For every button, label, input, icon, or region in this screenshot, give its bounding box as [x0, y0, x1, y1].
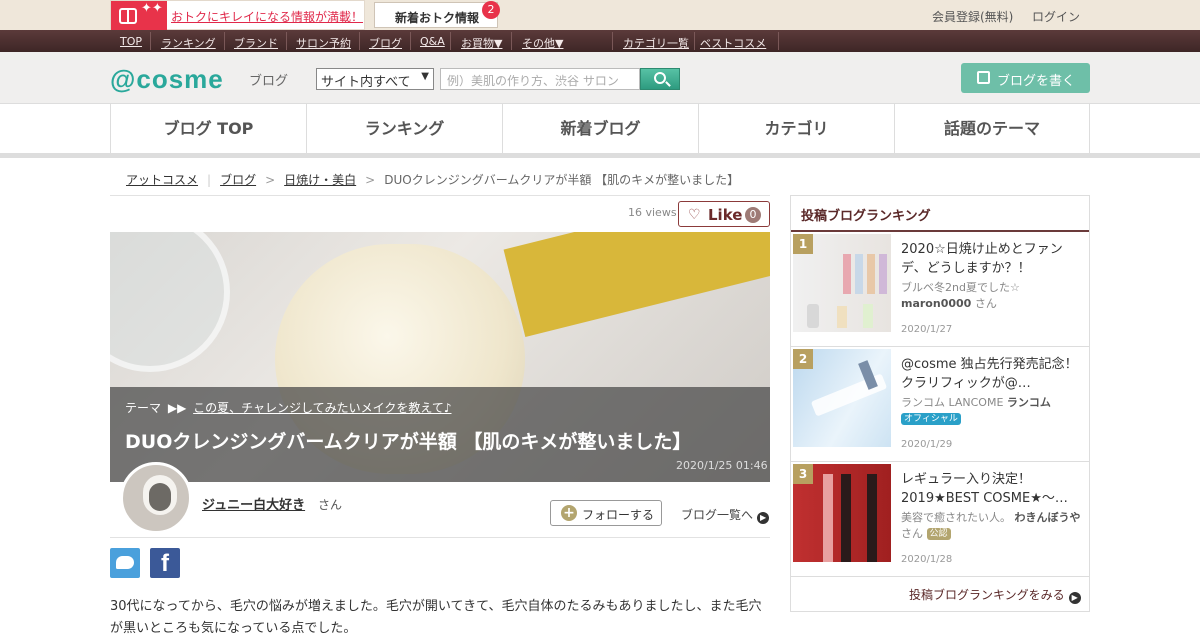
breadcrumb: アットコスメ | ブログ > 日焼け・美白 > DUOクレンジングバームクリアが半額 【肌の… — [126, 173, 740, 187]
breadcrumb-category[interactable]: 日焼け・美白 — [284, 173, 356, 187]
write-blog-button[interactable]: ブログを書く — [961, 63, 1090, 93]
author-suffix: さん — [318, 498, 343, 512]
sidebar-heading: 投稿ブログランキング — [791, 196, 1089, 232]
heart-icon: ♡ — [688, 207, 701, 223]
ranking-author: ランコム LANCOME ランコム オフィシャル — [901, 396, 1051, 425]
ranking-author: 美容で癒されたい人。 わきんぼうや さん 公認 — [901, 511, 1081, 540]
new-deals-button[interactable]: 新着おトク情報 2 — [374, 1, 500, 28]
like-label: Like — [708, 206, 743, 224]
ranking-date: 2020/1/28 — [901, 554, 953, 565]
like-button[interactable]: ♡ Like 0 — [678, 201, 770, 227]
author-avatar[interactable] — [120, 462, 192, 534]
login-link[interactable]: ログイン — [1032, 8, 1080, 25]
theme-label: テーマ — [125, 401, 162, 415]
post-body: 30代になってから、毛穴の悩みが増えました。毛穴が開いてきて、毛穴自体のたるみも… — [110, 599, 762, 636]
nav-category-list[interactable]: カテゴリ一覧 — [623, 35, 689, 51]
ranking-date: 2020/1/29 — [901, 439, 953, 450]
promo-text[interactable]: おトクにキレイになる情報が満載！ — [171, 8, 363, 25]
blog-list-link[interactable]: ブログ一覧へ ▶ — [681, 506, 770, 524]
search-scope-select[interactable]: サイト内すべて ▼ — [316, 68, 434, 90]
site-nav: TOP ランキング ブランド サロン予約 ブログ Q&A お買物▼ その他▼ カ… — [0, 30, 1200, 52]
ranking-item[interactable]: 3 レギュラー入り決定！2019★BEST COSME★～… 美容で癒されたい人… — [791, 462, 1089, 577]
facebook-icon: f — [161, 550, 169, 577]
arrow-right-icon: ▶ — [1068, 592, 1081, 604]
twitter-share-button[interactable] — [110, 548, 140, 578]
write-blog-label: ブログを書く — [997, 74, 1076, 89]
arrow-right-icon: ▶ — [757, 512, 770, 524]
tab-category[interactable]: カテゴリ — [698, 104, 894, 153]
cosme-logo[interactable]: @cosme — [110, 64, 224, 95]
follow-label: フォローする — [582, 508, 655, 522]
nav-top[interactable]: TOP — [120, 35, 142, 48]
blog-ranking-sidebar: 投稿ブログランキング 1 2020☆日焼け止めとファンデ、どうしますか？！ ブル… — [790, 195, 1090, 612]
tab-hot-themes[interactable]: 話題のテーマ — [894, 104, 1090, 153]
author-name[interactable]: ジュニー白大好き — [202, 494, 305, 513]
nav-best-cosme[interactable]: ベストコスメ — [700, 35, 766, 51]
breadcrumb-cosme[interactable]: アットコスメ — [126, 173, 198, 187]
search-icon — [654, 72, 666, 84]
ranking-author: ブルベ冬2nd夏でした☆ maron0000 さん — [901, 281, 1020, 310]
post-title: DUOクレンジングバームクリアが半額 【肌のキメが整いました】 — [125, 431, 692, 453]
follow-button[interactable]: + フォローする — [550, 500, 662, 526]
member-register-link[interactable]: 会員登録(無料) — [932, 8, 1013, 25]
breadcrumb-current: DUOクレンジングバームクリアが半額 【肌のキメが整いました】 — [384, 173, 740, 187]
nav-salon[interactable]: サロン予約 — [296, 35, 351, 51]
tab-ranking[interactable]: ランキング — [306, 104, 502, 153]
chevron-down-icon: ▼ — [421, 71, 429, 82]
rank-number: 1 — [793, 234, 813, 254]
rank-number: 2 — [793, 349, 813, 369]
search-scope-value: サイト内すべて — [321, 75, 411, 90]
nav-others[interactable]: その他▼ — [522, 35, 563, 51]
facebook-share-button[interactable]: f — [150, 548, 180, 578]
nav-qa[interactable]: Q&A — [420, 35, 445, 48]
certified-badge: 公認 — [926, 528, 951, 540]
post-theme: テーマ ▶▶ この夏、チャレンジしてみたいメイクを教えて♪ — [125, 399, 451, 416]
new-deals-label: 新着おトク情報 — [395, 11, 480, 25]
nav-shopping[interactable]: お買物▼ — [461, 35, 502, 51]
twitter-icon — [116, 556, 134, 569]
ranking-title[interactable]: 2020☆日焼け止めとファンデ、どうしますか？！ — [901, 240, 1083, 278]
post-date: 2020/1/25 01:46 — [676, 459, 768, 472]
edit-icon — [977, 71, 990, 84]
tab-new-blogs[interactable]: 新着ブログ — [502, 104, 698, 153]
ranking-item[interactable]: 2 @cosme 独占先行発売記念！クラリフィックが@… ランコム LANCOM… — [791, 347, 1089, 462]
top-bar: ✦✦ おトクにキレイになる情報が満載！ 新着おトク情報 2 会員登録(無料) ロ… — [0, 0, 1200, 31]
breadcrumb-blog[interactable]: ブログ — [220, 173, 256, 187]
ranking-item[interactable]: 1 2020☆日焼け止めとファンデ、どうしますか？！ ブルベ冬2nd夏でした☆ … — [791, 232, 1089, 347]
post-title-overlay: テーマ ▶▶ この夏、チャレンジしてみたいメイクを教えて♪ DUOクレンジングバ… — [110, 387, 770, 482]
search-input[interactable]: 例）美肌の作り方、渋谷 サロン — [440, 68, 640, 90]
theme-link[interactable]: この夏、チャレンジしてみたいメイクを教えて♪ — [193, 401, 451, 415]
ranking-title[interactable]: レギュラー入り決定！2019★BEST COSME★～… — [901, 470, 1083, 508]
ranking-date: 2020/1/27 — [901, 324, 953, 335]
nav-blog[interactable]: ブログ — [369, 35, 402, 51]
logo-subtitle: ブログ — [249, 74, 289, 89]
nav-ranking[interactable]: ランキング — [161, 35, 216, 51]
like-count: 0 — [745, 207, 761, 223]
search-button[interactable] — [640, 68, 680, 90]
post-hero-image: テーマ ▶▶ この夏、チャレンジしてみたいメイクを教えて♪ DUOクレンジングバ… — [110, 232, 770, 482]
plus-icon: + — [561, 505, 577, 521]
gift-icon: ✦✦ — [111, 1, 167, 31]
blog-nav: ブログ TOP ランキング 新着ブログ カテゴリ 話題のテーマ — [0, 104, 1200, 158]
tab-blog-top[interactable]: ブログ TOP — [110, 104, 306, 153]
ranking-title[interactable]: @cosme 独占先行発売記念！クラリフィックが@… — [901, 355, 1083, 393]
rank-number: 3 — [793, 464, 813, 484]
header: @cosme ブログ サイト内すべて ▼ 例）美肌の作り方、渋谷 サロン ブログ… — [0, 52, 1200, 104]
nav-brand[interactable]: ブランド — [234, 35, 278, 51]
view-count: 16 views — [628, 206, 677, 219]
official-badge: オフィシャル — [901, 413, 961, 425]
promo-banner[interactable]: ✦✦ おトクにキレイになる情報が満載！ — [110, 0, 365, 31]
ranking-more-link[interactable]: 投稿ブログランキングをみる ▶ — [909, 586, 1081, 604]
search-placeholder: 例）美肌の作り方、渋谷 サロン — [447, 74, 619, 88]
double-arrow-icon: ▶▶ — [167, 401, 187, 415]
new-deals-count-badge: 2 — [482, 1, 500, 19]
